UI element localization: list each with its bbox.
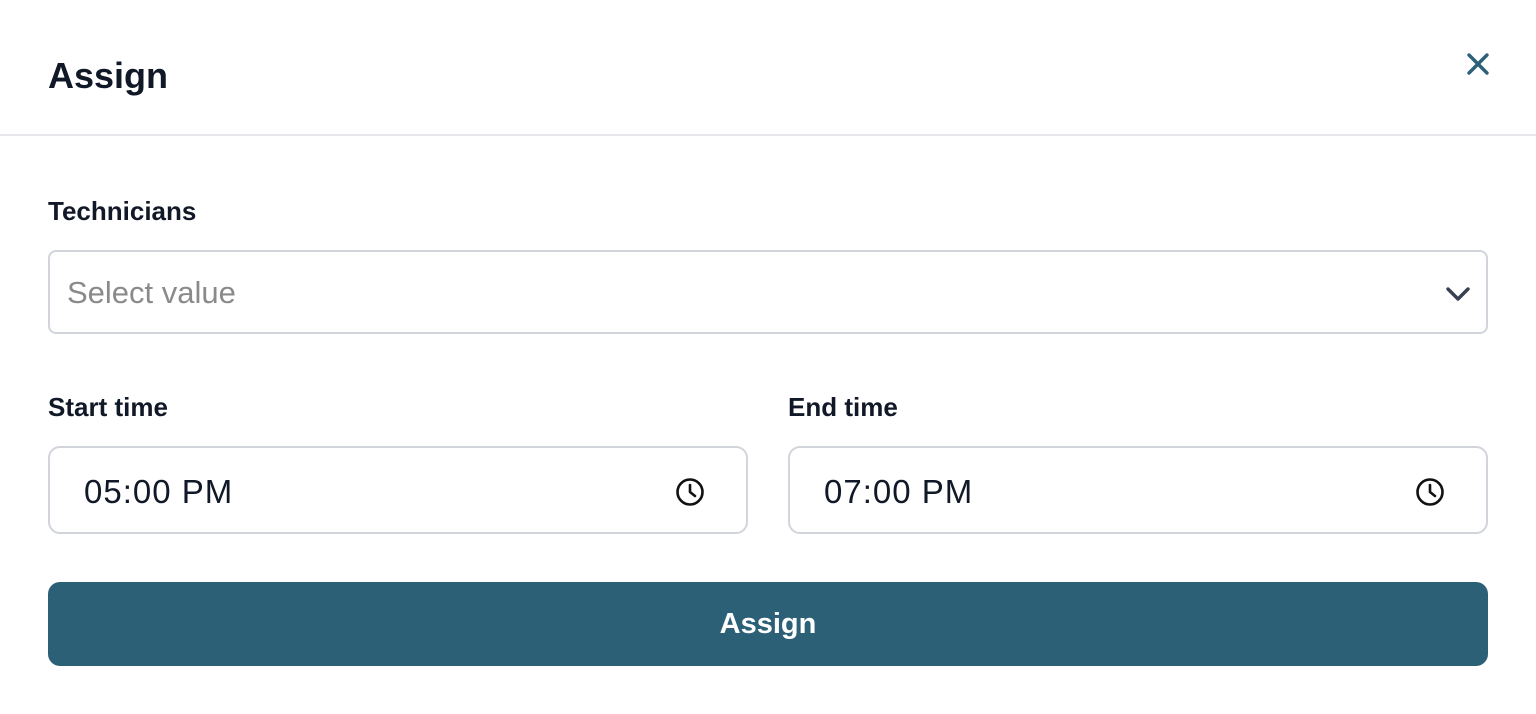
close-button[interactable] [1460, 46, 1496, 82]
chevron-down-icon [1446, 287, 1470, 301]
end-time-input[interactable]: 07:00 PM [788, 446, 1488, 534]
technicians-select[interactable]: Select value [48, 250, 1488, 334]
clock-icon[interactable] [674, 476, 706, 508]
dialog-title: Assign [48, 55, 169, 96]
end-time-label: End time [788, 392, 898, 422]
end-time-value: 07:00 PM [824, 473, 974, 510]
clock-icon[interactable] [1414, 476, 1446, 508]
start-time-value: 05:00 PM [84, 473, 234, 510]
assign-dialog: Assign Technicians Select value Start ti… [0, 0, 1536, 714]
technicians-label: Technicians [48, 196, 197, 226]
start-time-input[interactable]: 05:00 PM [48, 446, 748, 534]
dialog-header: Assign [0, 0, 1536, 136]
start-time-label: Start time [48, 392, 168, 422]
assign-button[interactable]: Assign [48, 582, 1488, 666]
technicians-placeholder: Select value [67, 275, 236, 310]
close-icon [1467, 53, 1489, 75]
